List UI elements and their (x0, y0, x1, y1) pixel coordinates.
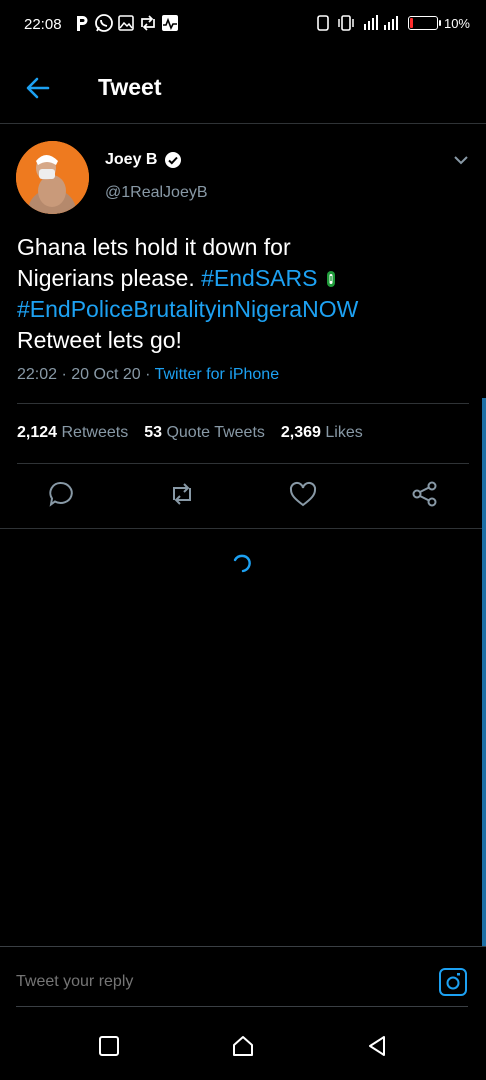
quotes-count: 53 (144, 424, 162, 441)
reply-icon (49, 482, 73, 507)
whatsapp-icon (95, 14, 113, 32)
divider (0, 528, 486, 529)
retweets-count: 2,124 (17, 424, 58, 441)
reply-bar (0, 946, 486, 1008)
retweet-notification-icon (141, 15, 155, 31)
status-bar: 22:08 10% (0, 0, 486, 50)
share-icon (412, 481, 437, 507)
hashtag-link[interactable]: #EndPoliceBrutalityinNigeraNOW (17, 296, 358, 322)
reply-button[interactable] (45, 478, 77, 510)
system-nav-bar (0, 1012, 486, 1080)
retweet-button[interactable] (166, 478, 198, 510)
reply-input[interactable] (16, 973, 396, 991)
scrollbar[interactable] (482, 398, 486, 946)
tweet-line: Retweet lets go! (17, 327, 182, 353)
chevron-down-icon (454, 156, 468, 165)
back-nav-button[interactable] (365, 1034, 389, 1058)
system-status: 10% (316, 14, 470, 32)
gallery-icon (118, 15, 134, 31)
author-name[interactable]: Joey B (105, 151, 157, 169)
battery-icon (407, 16, 441, 30)
vibrate-icon (317, 15, 329, 31)
camera-button[interactable] (438, 967, 468, 997)
like-icon (289, 481, 317, 507)
likes-label: Likes (325, 424, 363, 441)
page-title: Tweet (98, 74, 162, 100)
square-icon (99, 1036, 119, 1056)
author-handle[interactable]: @1RealJoeyB (105, 184, 208, 202)
back-button[interactable] (22, 72, 54, 104)
home-button[interactable] (231, 1034, 255, 1058)
tweet-line: Nigerians please. #EndSARS (17, 263, 467, 294)
tweet-text-fragment: Nigerians please. (17, 265, 195, 291)
activity-icon (162, 15, 178, 31)
camera-icon (439, 968, 467, 996)
home-icon (233, 1036, 253, 1056)
tweet-time: 22:02 (17, 366, 58, 383)
likes-stat[interactable]: 2,369 Likes (281, 424, 363, 442)
meta-separator: · (61, 366, 67, 383)
tweet-date: 20 Oct 20 (71, 366, 141, 383)
retweets-stat[interactable]: 2,124 Retweets (17, 424, 128, 442)
avatar[interactable] (16, 141, 89, 214)
tweet-meta: 22:02 · 20 Oct 20 · Twitter for iPhone (17, 366, 279, 384)
retweets-label: Retweets (61, 424, 129, 441)
tweet-line: #EndPoliceBrutalityinNigeraNOW (17, 294, 467, 325)
tweet-actions (0, 478, 486, 514)
quotes-stat[interactable]: 53 Quote Tweets (144, 424, 265, 442)
share-button[interactable] (409, 478, 441, 510)
signal-icon (363, 15, 398, 30)
recents-button[interactable] (97, 1034, 121, 1058)
pinterest-icon (77, 16, 88, 31)
triangle-back-icon (369, 1036, 385, 1056)
like-button[interactable] (287, 478, 319, 510)
phone-vibrate-icon (338, 15, 354, 31)
retweet-icon (173, 483, 191, 505)
more-options-button[interactable] (450, 149, 472, 171)
status-time: 22:08 (24, 16, 62, 33)
header: Tweet (0, 50, 486, 124)
divider (17, 403, 469, 404)
battery-percent: 10% (443, 15, 470, 31)
quotes-label: Quote Tweets (166, 424, 265, 441)
battery-level (409, 18, 413, 28)
divider (17, 463, 469, 464)
reply-underline (16, 1006, 468, 1007)
tweet-stats: 2,124 Retweets 53 Quote Tweets 2,369 Lik… (17, 424, 363, 442)
meta-separator: · (145, 366, 151, 383)
likes-count: 2,369 (280, 424, 321, 441)
verified-badge-icon (165, 152, 181, 168)
arrow-left-icon (26, 77, 50, 99)
tweet-text: Ghana lets hold it down for Nigerians pl… (17, 232, 467, 356)
hashtag-link[interactable]: #EndSARS (201, 265, 317, 291)
tweet-line: Ghana lets hold it down for (17, 234, 291, 260)
tweet-source-link[interactable]: Twitter for iPhone (155, 366, 280, 383)
notification-icons (73, 13, 179, 33)
loading-spinner-icon (233, 554, 251, 573)
avatar-image (16, 141, 89, 214)
endsars-emoji-icon (326, 271, 335, 287)
